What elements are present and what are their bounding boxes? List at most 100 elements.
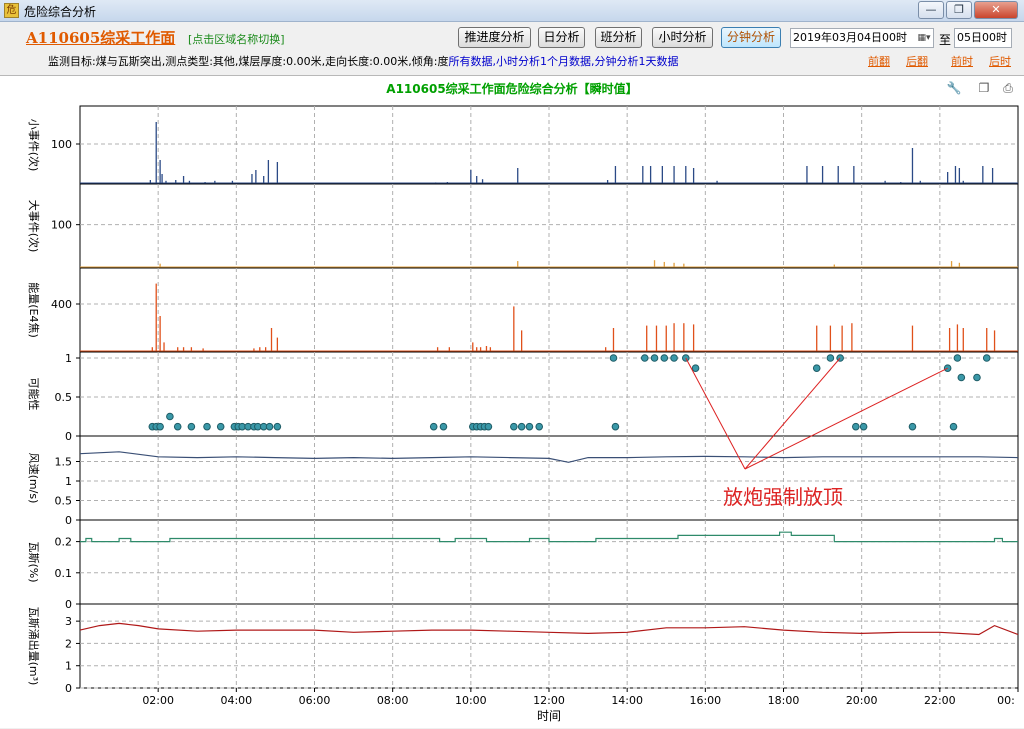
x-axis-label: 时间: [537, 709, 561, 723]
probability-point: [957, 373, 966, 382]
y-tick-label: 0: [65, 514, 72, 527]
y-tick-label: 0: [65, 430, 72, 443]
y-tick-label: 0: [65, 682, 72, 695]
maximize-button[interactable]: ❐: [946, 1, 972, 19]
minimize-button[interactable]: —: [918, 1, 944, 19]
chart-panel-1: 100 小事件(次): [27, 105, 1019, 185]
app-icon: 危: [4, 3, 19, 18]
x-tick-label: 04:00: [220, 694, 252, 707]
y-tick-label: 0.5: [55, 495, 73, 508]
start-date-picker[interactable]: 2019年03月04日00时 ▦▾: [790, 28, 934, 48]
x-tick-label: 22:00: [924, 694, 956, 707]
x-tick-label: 20:00: [846, 694, 878, 707]
y-tick-label: 100: [51, 219, 72, 232]
probability-point: [852, 422, 860, 431]
y-tick-label: 1: [65, 475, 72, 488]
page-next-link[interactable]: 后翻: [906, 53, 928, 69]
probability-point: [265, 422, 274, 431]
probability-point: [216, 422, 225, 431]
y-tick-label: 3: [65, 615, 72, 628]
monitor-info-line: 监测目标:煤与瓦斯突出,测点类型:其他,煤层厚度:0.00米,走向长度:0.00…: [48, 53, 679, 69]
progress-analysis-button[interactable]: 推进度分析: [458, 27, 531, 48]
chart-panel-2: 100 大事件(次): [27, 183, 1019, 269]
y-axis-label: 能量(E4焦): [27, 282, 41, 338]
time-next-link[interactable]: 后时: [989, 53, 1011, 69]
probability-point: [670, 354, 678, 362]
data-range-info: 所有数据,小时分析1个月数据,分钟分析1天数据: [448, 55, 679, 68]
probability-point: [439, 422, 448, 431]
probability-point: [484, 422, 493, 431]
probability-point: [640, 354, 649, 362]
x-tick-label: 18:00: [768, 694, 800, 707]
area-title-link[interactable]: A110605综采工作面: [26, 27, 175, 48]
annotation-label: 放炮强制放顶: [723, 485, 843, 509]
end-date-field[interactable]: 05日00时: [954, 28, 1012, 48]
probability-point: [812, 364, 821, 372]
day-analysis-button[interactable]: 日分析: [538, 27, 585, 48]
probability-point: [203, 422, 211, 431]
y-tick-label: 2: [65, 637, 72, 650]
window-title: 危险综合分析: [24, 5, 97, 19]
probability-point: [525, 422, 534, 431]
x-tick-label: 02:00: [142, 694, 174, 707]
multi-panel-chart: 100小事件(次)100大事件(次)400能量(E4焦)00.51可能性00.5…: [27, 105, 1019, 723]
probability-point: [156, 422, 164, 431]
x-tick-label: 06:00: [299, 694, 331, 707]
x-tick-label: 00:: [997, 694, 1015, 707]
probability-point: [173, 422, 182, 431]
y-tick-label: 0.1: [55, 567, 73, 580]
x-tick-label: 16:00: [689, 694, 721, 707]
y-tick-label: 0.5: [55, 391, 73, 404]
probability-point: [609, 354, 618, 362]
shift-analysis-button[interactable]: 班分析: [595, 27, 642, 48]
time-prev-link[interactable]: 前时: [951, 53, 973, 69]
probability-point: [660, 354, 669, 362]
probability-point: [187, 422, 196, 431]
y-axis-label: 瓦斯涌出量(m³): [27, 607, 41, 686]
calendar-dropdown-icon[interactable]: ▦▾: [916, 30, 932, 46]
y-tick-label: 1: [65, 660, 72, 673]
start-date-value: 2019年03月04日00时: [793, 31, 907, 44]
monitor-info-text: 监测目标:煤与瓦斯突出,测点类型:其他,煤层厚度:0.00米,走向长度:0.00…: [48, 55, 449, 68]
y-tick-label: 0.2: [55, 536, 73, 549]
x-tick-label: 12:00: [533, 694, 565, 707]
y-axis-label: 大事件(次): [27, 200, 41, 253]
probability-point: [949, 422, 958, 431]
x-tick-label: 08:00: [377, 694, 409, 707]
probability-point: [982, 354, 991, 362]
hour-analysis-button[interactable]: 小时分析: [652, 27, 713, 48]
minute-analysis-button[interactable]: 分钟分析: [721, 27, 781, 48]
probability-point: [611, 422, 620, 431]
probability-point: [908, 422, 917, 431]
y-tick-label: 0: [65, 598, 72, 611]
probability-point: [510, 422, 518, 431]
page-prev-link[interactable]: 前翻: [868, 53, 890, 69]
toolbar: A110605综采工作面 [点击区域名称切换] 推进度分析 日分析 班分析 小时…: [0, 22, 1024, 75]
probability-point: [273, 422, 282, 431]
x-tick-label: 10:00: [455, 694, 487, 707]
probability-point: [953, 354, 962, 362]
probability-point: [535, 422, 544, 431]
probability-point: [650, 354, 659, 362]
probability-point: [826, 354, 835, 362]
y-tick-label: 400: [51, 298, 72, 311]
y-axis-label: 可能性: [27, 378, 41, 411]
probability-point: [691, 364, 700, 372]
switch-area-link[interactable]: [点击区域名称切换]: [188, 31, 285, 47]
x-tick-label: 14:00: [611, 694, 643, 707]
probability-point: [429, 422, 438, 431]
probability-point: [973, 373, 981, 382]
probability-point: [517, 422, 526, 431]
probability-point: [859, 422, 868, 431]
y-axis-label: 瓦斯(%): [27, 541, 40, 582]
y-axis-label: 小事件(次): [27, 119, 41, 172]
y-tick-label: 100: [51, 138, 72, 151]
y-tick-label: 1: [65, 352, 72, 365]
close-button[interactable]: ✕: [974, 1, 1018, 19]
to-label: 至: [939, 33, 952, 47]
probability-point: [166, 412, 174, 421]
chart-panel-5: 0 0.5 1 1.5 风速(m/s): [27, 435, 1019, 527]
window-titlebar: 危 危险综合分析 — ❐ ✕: [0, 0, 1024, 22]
y-tick-label: 1.5: [55, 456, 73, 469]
chart-panel-4: 0 0.5 1 可能性: [27, 351, 1019, 443]
